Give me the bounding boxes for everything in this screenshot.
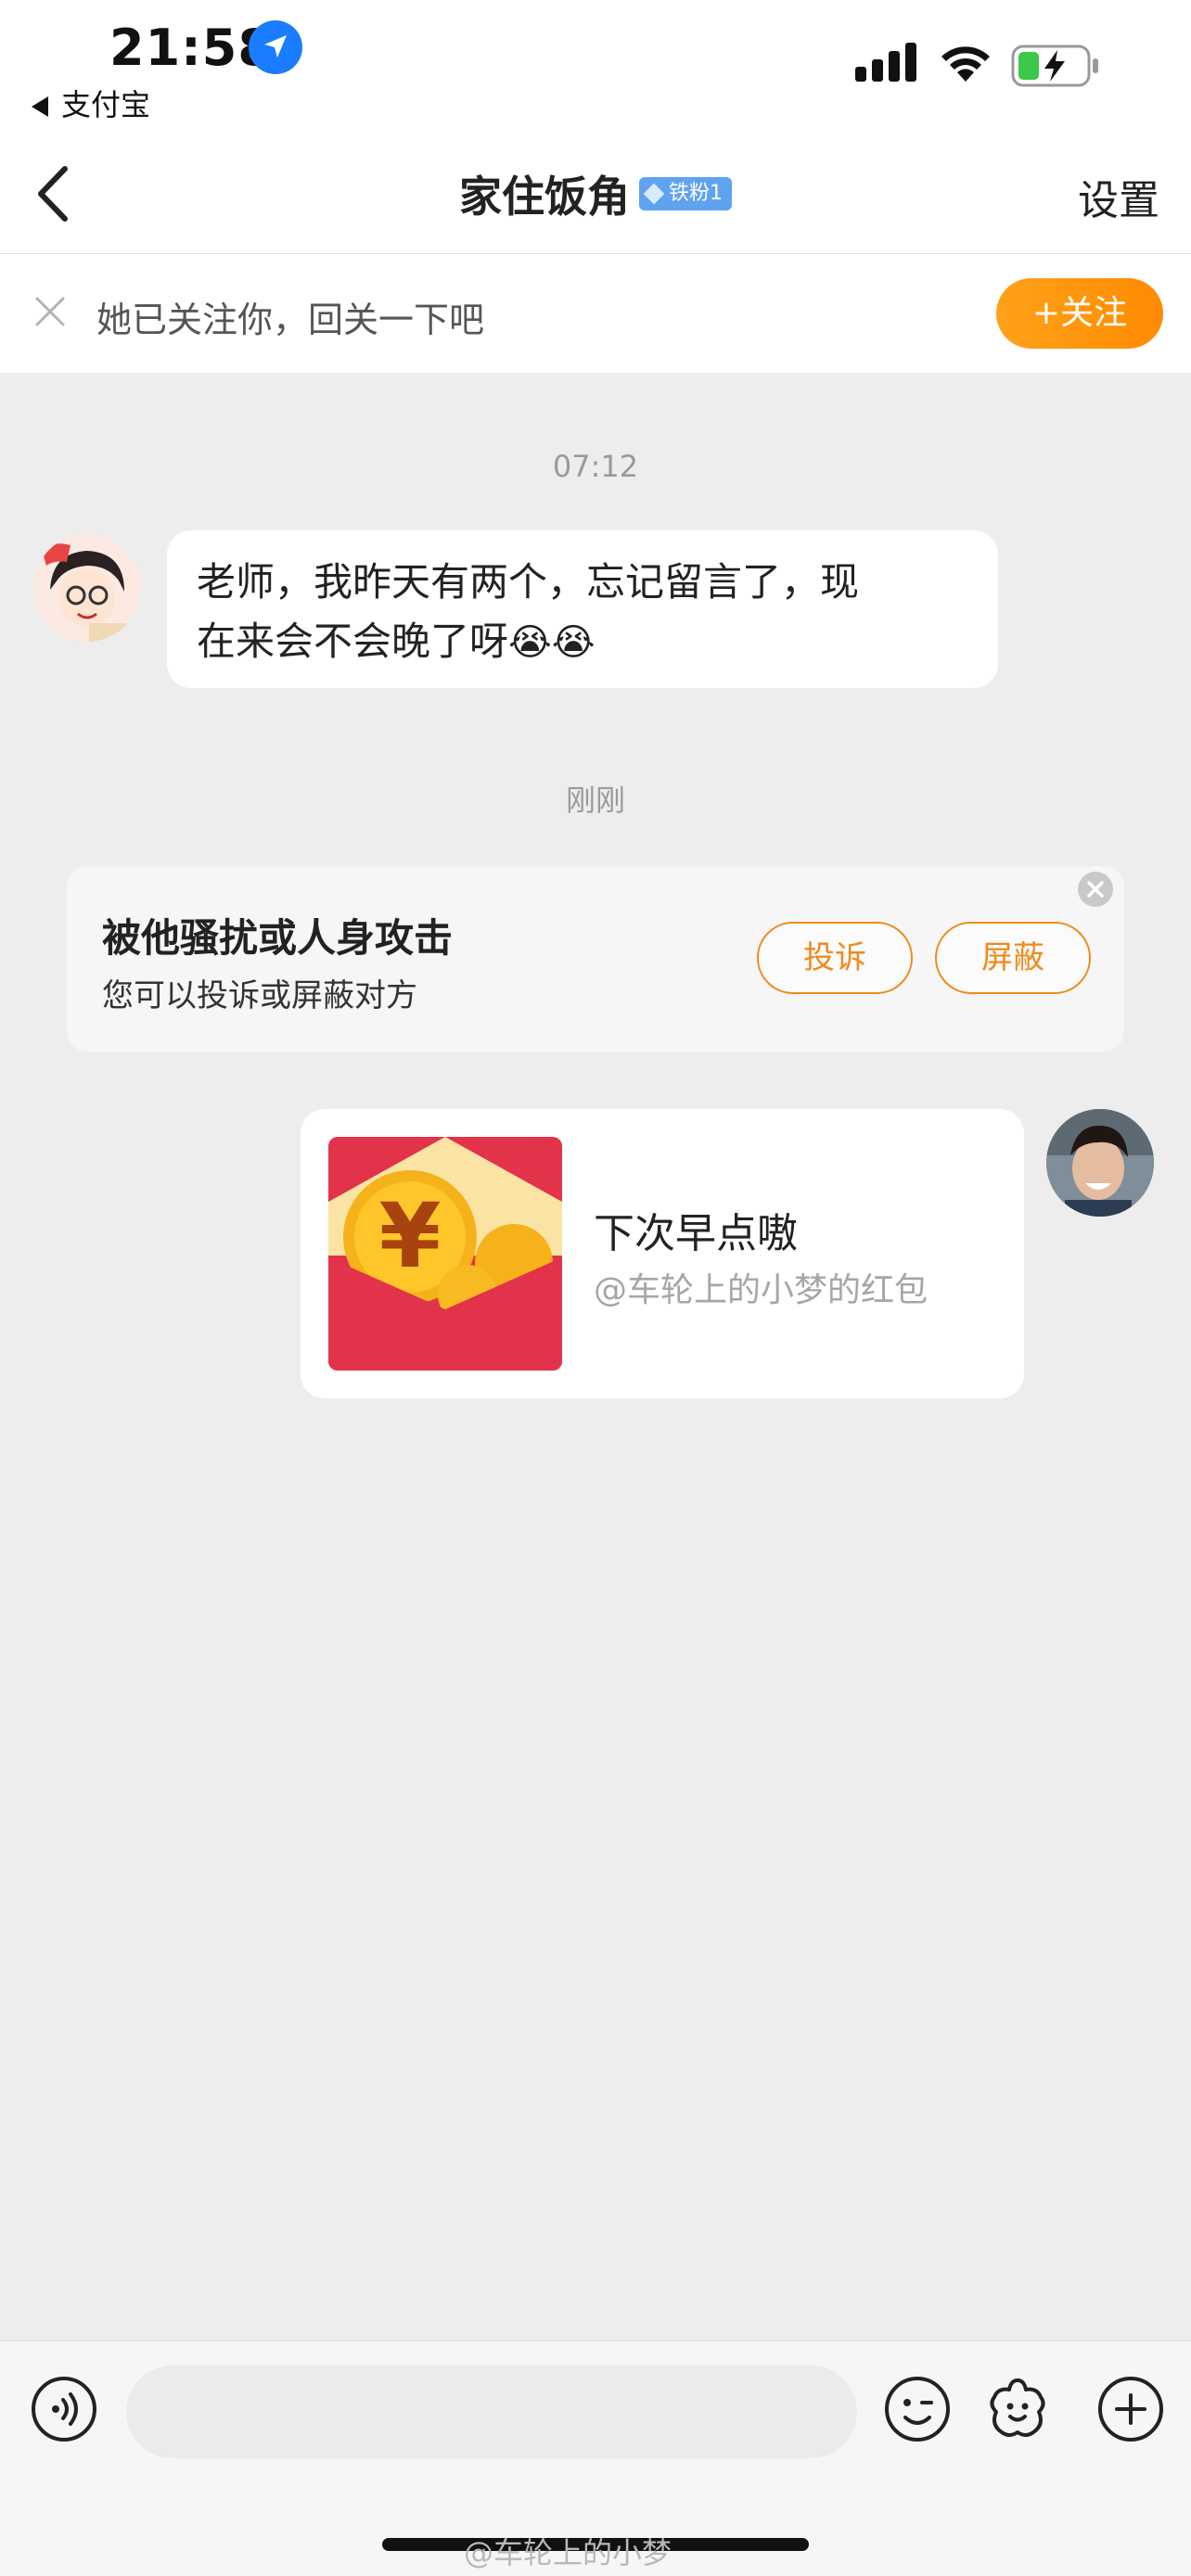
voice-icon[interactable] — [30, 2375, 98, 2443]
red-packet-title: 下次早点嗷 — [594, 1210, 798, 1257]
chat-title-area: 家住饭角 铁粉1 — [0, 163, 1191, 224]
chat-header: 家住饭角 铁粉1 设置 — [0, 139, 1191, 254]
my-avatar[interactable] — [1046, 1109, 1154, 1217]
follow-back-text: 她已关注你，回关一下吧 — [96, 300, 485, 340]
watermark-text: @车轮上的小梦 — [464, 2535, 672, 2570]
close-icon[interactable] — [32, 293, 69, 330]
message-timestamp: 07:12 — [552, 449, 639, 484]
harassment-warning-card: 被他骚扰或人身攻击 您可以投诉或屏蔽对方 投诉 屏蔽 — [67, 866, 1124, 1052]
red-packet-sender: @车轮上的小梦的红包 — [594, 1271, 928, 1309]
crying-emoji-icon: 😭😭 — [508, 621, 596, 664]
incoming-message-text: 老师，我昨天有两个，忘记留言了，现 在来会不会晚了呀😭😭 — [197, 553, 976, 672]
cellular-signal-icon — [855, 43, 920, 87]
status-bar: 21:58 支付宝 — [0, 0, 1191, 139]
warning-title: 被他骚扰或人身攻击 — [102, 915, 454, 961]
follow-back-banner: 她已关注你，回关一下吧 +关注 — [0, 254, 1191, 373]
red-packet-message[interactable]: ¥ 下次早点嗷 @车轮上的小梦的红包 — [301, 1109, 1024, 1398]
fan-badge-label: 铁粉1 — [669, 182, 723, 205]
incoming-message-line2: 在来会不会晚了呀 — [197, 618, 509, 664]
back-to-app-button[interactable]: 支付宝 — [32, 82, 150, 124]
block-button[interactable]: 屏蔽 — [935, 922, 1091, 994]
back-app-label: 支付宝 — [61, 87, 151, 122]
red-packet-icon: ¥ — [328, 1137, 562, 1371]
page-title: 家住饭角 — [459, 172, 630, 222]
add-icon[interactable] — [1096, 2375, 1165, 2443]
svg-text:¥: ¥ — [379, 1184, 442, 1288]
complain-button[interactable]: 投诉 — [757, 922, 913, 994]
incoming-message-bubble[interactable]: 老师，我昨天有两个，忘记留言了，现 在来会不会晚了呀😭😭 — [167, 530, 998, 688]
close-icon[interactable] — [1078, 872, 1113, 907]
sticker-icon[interactable] — [983, 2375, 1052, 2443]
message-input[interactable] — [126, 2366, 857, 2458]
follow-button[interactable]: +关注 — [996, 278, 1163, 349]
diamond-icon — [643, 183, 665, 205]
location-arrow-icon — [249, 20, 302, 74]
sender-avatar[interactable] — [33, 534, 141, 642]
fan-level-badge: 铁粉1 — [639, 177, 732, 210]
battery-charging-icon — [1011, 45, 1100, 91]
wifi-icon — [937, 39, 994, 87]
emoji-icon[interactable] — [883, 2375, 952, 2443]
incoming-message-line: 在来会不会晚了呀😭😭 — [197, 612, 976, 672]
incoming-message-line: 老师，我昨天有两个，忘记留言了，现 — [197, 559, 860, 605]
settings-button[interactable]: 设置 — [1078, 167, 1159, 226]
message-timestamp: 刚刚 — [565, 783, 625, 818]
warning-subtitle: 您可以投诉或屏蔽对方 — [102, 977, 417, 1014]
back-triangle-icon — [32, 96, 48, 117]
